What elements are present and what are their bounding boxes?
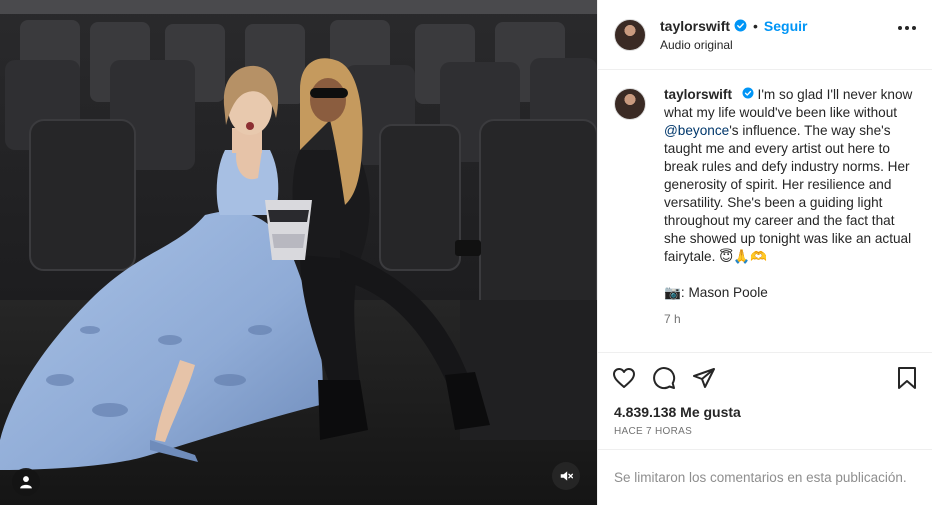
caption-text: taylorswift I'm so glad I'll never know … (664, 86, 914, 352)
original-audio-link[interactable]: Audio original (660, 38, 808, 52)
post-timestamp[interactable]: HACE 7 HORAS (598, 420, 932, 449)
tagged-users-button[interactable] (12, 468, 40, 496)
avatar[interactable] (614, 88, 646, 120)
comment-icon[interactable] (652, 366, 676, 390)
separator-dot: • (753, 17, 758, 34)
verified-badge-icon (742, 87, 754, 99)
instagram-post: taylorswift • Seguir Audio original tayl… (0, 0, 932, 505)
mute-toggle-button[interactable] (552, 462, 580, 490)
share-icon[interactable] (692, 366, 716, 390)
comments-limited-notice: Se limitaron los comentarios en esta pub… (598, 449, 932, 505)
verified-badge-icon (734, 19, 747, 32)
post-header: taylorswift • Seguir Audio original (598, 0, 932, 70)
mention-link[interactable]: @beyonce (664, 123, 729, 138)
caption-body-end: 's influence. The way she's taught me an… (664, 123, 912, 264)
post-side-panel: taylorswift • Seguir Audio original tayl… (597, 0, 932, 505)
author-username-link[interactable]: taylorswift (660, 18, 730, 34)
like-count[interactable]: 4.839.138 Me gusta (598, 402, 932, 420)
follow-button[interactable]: Seguir (764, 18, 808, 34)
post-author-info: taylorswift • Seguir Audio original (660, 18, 808, 52)
more-options-icon[interactable] (898, 26, 916, 30)
video-frame-image (0, 0, 597, 505)
heart-icon[interactable] (612, 366, 636, 390)
caption-username-link[interactable]: taylorswift (664, 87, 732, 102)
muted-speaker-icon (560, 471, 573, 481)
bookmark-icon[interactable] (896, 366, 918, 390)
action-bar (598, 352, 932, 402)
post-video[interactable] (0, 0, 597, 505)
caption-section: taylorswift I'm so glad I'll never know … (598, 70, 932, 352)
user-tag-icon (20, 476, 32, 489)
caption-timestamp[interactable]: 7 h (664, 310, 914, 328)
avatar[interactable] (614, 18, 646, 51)
author-row: taylorswift • Seguir (660, 18, 808, 34)
photo-credit: 📷: Mason Poole (664, 285, 768, 300)
